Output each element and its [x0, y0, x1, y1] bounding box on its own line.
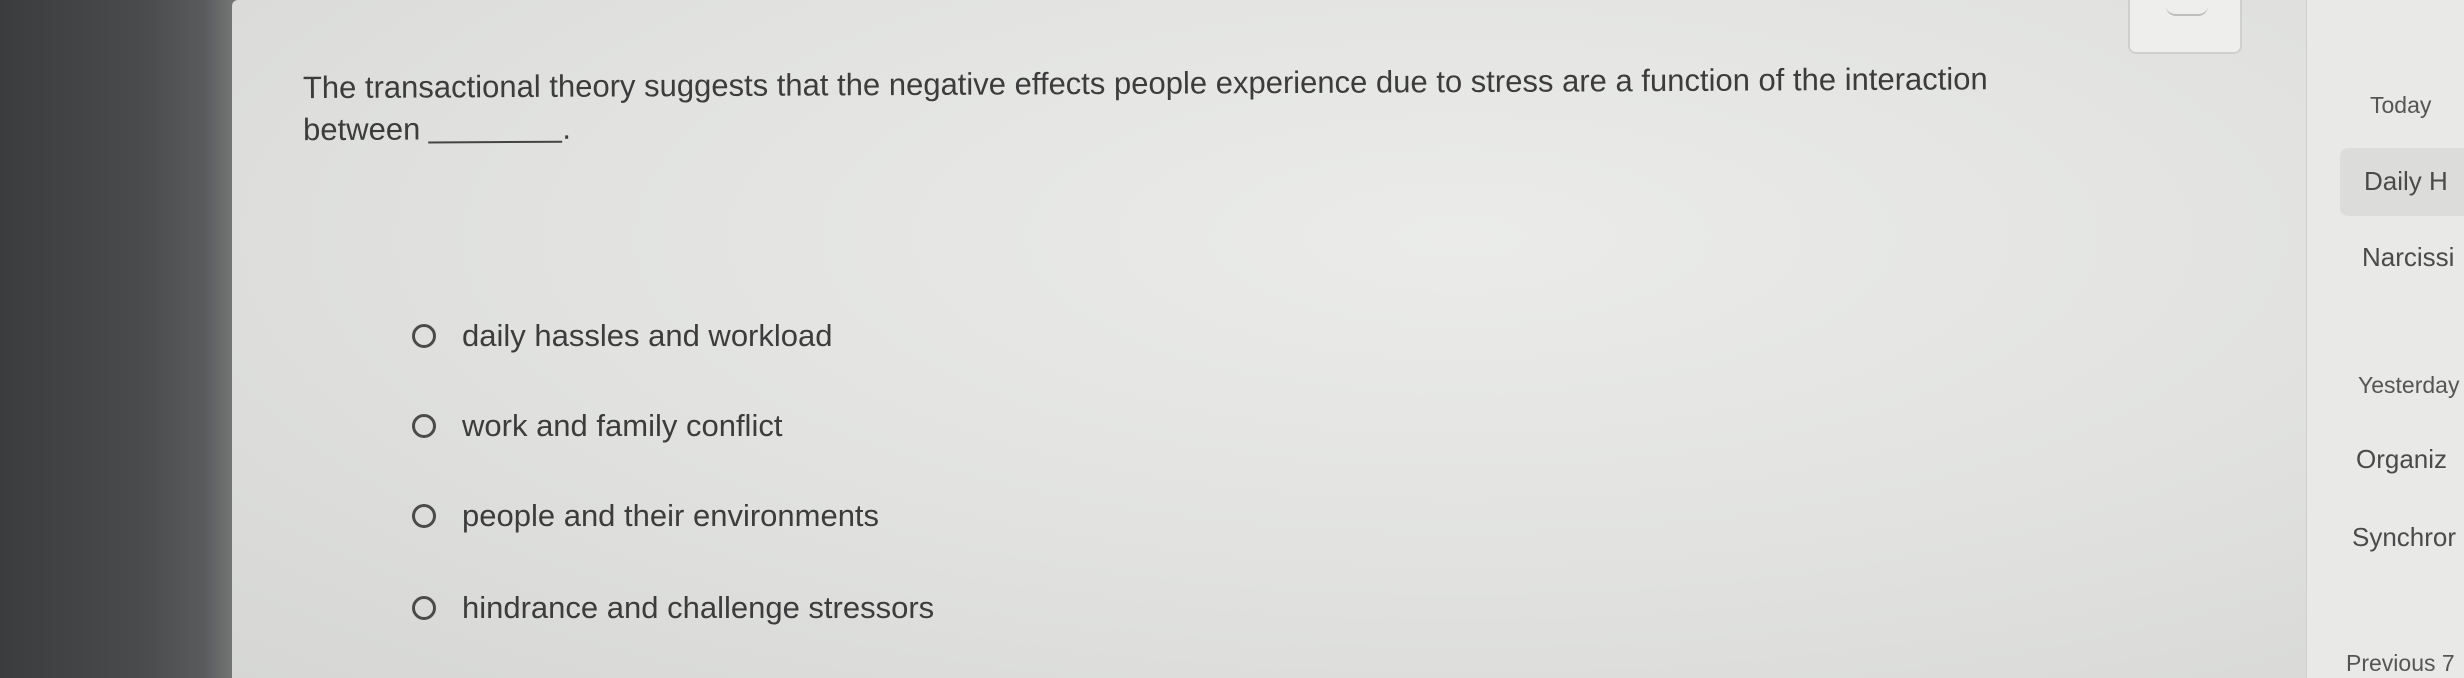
- sidebar-item-synchro[interactable]: Synchror: [2352, 522, 2456, 553]
- answer-blank: [428, 140, 563, 144]
- radio-button[interactable]: [412, 596, 436, 620]
- sidebar-heading-yesterday: Yesterday: [2358, 372, 2460, 398]
- sidebar-item-organiz[interactable]: Organiz: [2356, 444, 2447, 475]
- monitor-bezel: [0, 0, 240, 678]
- question-text: The transactional theory suggests that t…: [303, 57, 2263, 151]
- option-label: people and their environments: [462, 498, 880, 533]
- option-hindrance-challenge[interactable]: hindrance and challenge stressors: [412, 590, 934, 626]
- option-people-environments[interactable]: people and their environments: [412, 498, 879, 534]
- question-line-2-text: between: [303, 111, 421, 148]
- sidebar-item-daily[interactable]: Daily H: [2364, 166, 2448, 197]
- sidebar-heading-previous: Previous 7: [2346, 650, 2455, 676]
- option-label: hindrance and challenge stressors: [462, 590, 935, 625]
- option-daily-hassles[interactable]: daily hassles and workload: [412, 318, 833, 354]
- radio-button[interactable]: [412, 324, 436, 348]
- radio-button[interactable]: [412, 504, 436, 528]
- option-label: daily hassles and workload: [462, 318, 833, 353]
- sidebar-item-narcissi[interactable]: Narcissi: [2362, 242, 2454, 273]
- sidebar-heading-today: Today: [2370, 92, 2432, 118]
- question-period: .: [562, 110, 572, 146]
- read-aloud-button[interactable]: [2128, 0, 2242, 54]
- radio-button[interactable]: [412, 414, 436, 438]
- option-work-family[interactable]: work and family conflict: [412, 408, 782, 444]
- speaker-icon: [2166, 4, 2208, 16]
- option-label: work and family conflict: [462, 408, 783, 443]
